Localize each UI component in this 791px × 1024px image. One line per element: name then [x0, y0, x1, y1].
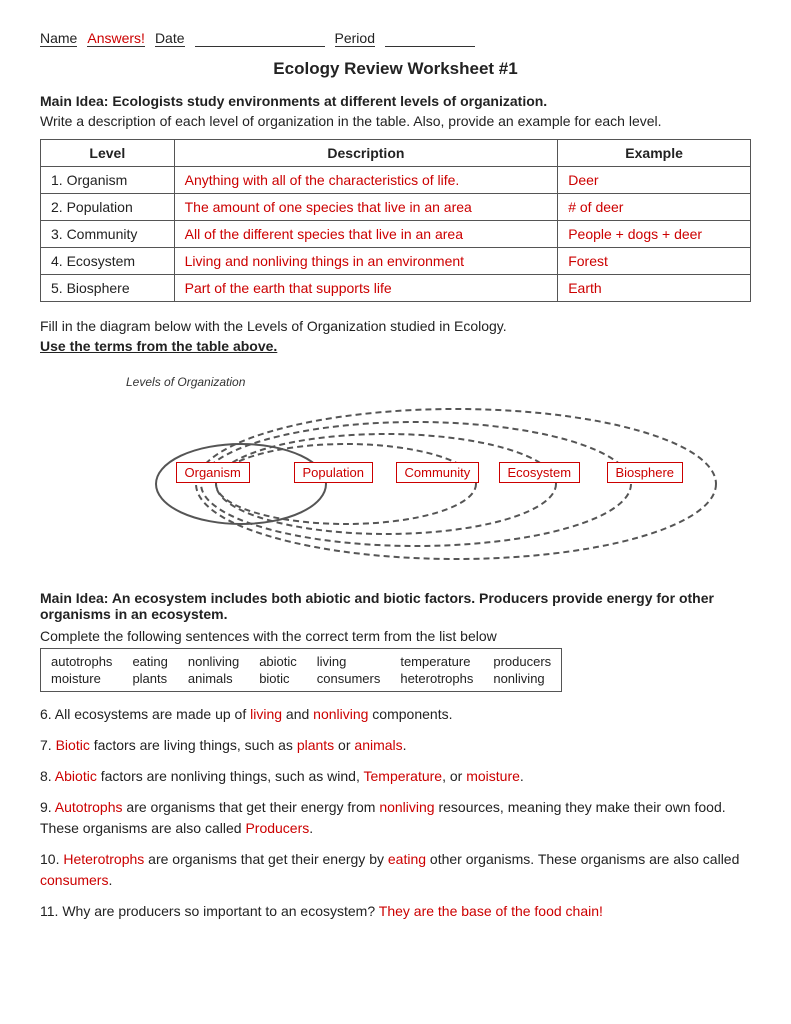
section2-main-idea: Main Idea: An ecosystem includes both ab… — [40, 590, 714, 622]
section2-instruction: Complete the following sentences with th… — [40, 628, 751, 644]
sentence-9: 9. Autotrophs are organisms that get the… — [40, 797, 751, 839]
diagram-instruction2: Use the terms from the table above. — [40, 338, 751, 354]
ecosystem-label: Ecosystem — [499, 464, 581, 480]
cell-example: Deer — [558, 167, 751, 194]
cell-level: 2. Population — [41, 194, 175, 221]
word-bank: autotrophs eating nonliving abiotic livi… — [40, 648, 562, 692]
organism-label: Organism — [176, 464, 250, 480]
name-label: Name — [40, 30, 77, 47]
cell-description: Living and nonliving things in an enviro… — [174, 248, 558, 275]
cell-example: # of deer — [558, 194, 751, 221]
diagram-section: Fill in the diagram below with the Level… — [40, 318, 751, 574]
col-description: Description — [174, 140, 558, 167]
wb-animals: animals — [188, 671, 239, 686]
sentence-11: 11. Why are producers so important to an… — [40, 901, 751, 922]
levels-table: Level Description Example 1. OrganismAny… — [40, 139, 751, 302]
sentence-10: 10. Heterotrophs are organisms that get … — [40, 849, 751, 891]
section1-instruction: Write a description of each level of org… — [40, 113, 751, 129]
cell-example: People + dogs + deer — [558, 221, 751, 248]
date-label: Date — [155, 30, 185, 47]
header: Name Answers! Date Period — [40, 30, 751, 47]
page-title: Ecology Review Worksheet #1 — [40, 59, 751, 79]
date-blank — [195, 30, 325, 47]
section2: Main Idea: An ecosystem includes both ab… — [40, 590, 751, 922]
cell-description: All of the different species that live i… — [174, 221, 558, 248]
wb-autotrophs: autotrophs — [51, 654, 112, 669]
period-label: Period — [335, 30, 375, 47]
cell-level: 4. Ecosystem — [41, 248, 175, 275]
col-level: Level — [41, 140, 175, 167]
table-row: 5. BiospherePart of the earth that suppo… — [41, 275, 751, 302]
answers-label: Answers! — [87, 30, 145, 47]
section1-main-idea: Main Idea: Ecologists study environments… — [40, 93, 751, 109]
biosphere-label: Biosphere — [607, 464, 684, 480]
sentence-6: 6. All ecosystems are made up of living … — [40, 704, 751, 725]
cell-level: 5. Biosphere — [41, 275, 175, 302]
col-example: Example — [558, 140, 751, 167]
wb-nonliving: nonliving — [188, 654, 239, 669]
diagram-instruction1: Fill in the diagram below with the Level… — [40, 318, 751, 334]
wb-moisture: moisture — [51, 671, 112, 686]
table-row: 2. PopulationThe amount of one species t… — [41, 194, 751, 221]
wb-abiotic: abiotic — [259, 654, 297, 669]
cell-level: 3. Community — [41, 221, 175, 248]
wb-biotic: biotic — [259, 671, 297, 686]
cell-level: 1. Organism — [41, 167, 175, 194]
cell-description: The amount of one species that live in a… — [174, 194, 558, 221]
wb-plants: plants — [132, 671, 167, 686]
cell-example: Earth — [558, 275, 751, 302]
community-label: Community — [396, 464, 480, 480]
cell-description: Part of the earth that supports life — [174, 275, 558, 302]
wb-heterotrophs: heterotrophs — [400, 671, 473, 686]
table-row: 4. EcosystemLiving and nonliving things … — [41, 248, 751, 275]
sentence-8: 8. Abiotic factors are nonliving things,… — [40, 766, 751, 787]
sentence-7: 7. Biotic factors are living things, suc… — [40, 735, 751, 756]
wb-producers: producers — [493, 654, 551, 669]
population-label: Population — [294, 464, 373, 480]
period-blank — [385, 30, 475, 47]
table-row: 3. CommunityAll of the different species… — [41, 221, 751, 248]
wb-temperature: temperature — [400, 654, 473, 669]
svg-text:Levels of Organization: Levels of Organization — [126, 375, 246, 389]
table-row: 1. OrganismAnything with all of the char… — [41, 167, 751, 194]
cell-example: Forest — [558, 248, 751, 275]
wb-consumers: consumers — [317, 671, 381, 686]
wb-living: living — [317, 654, 381, 669]
wb-nonliving2: nonliving — [493, 671, 551, 686]
wb-eating: eating — [132, 654, 167, 669]
cell-description: Anything with all of the characteristics… — [174, 167, 558, 194]
